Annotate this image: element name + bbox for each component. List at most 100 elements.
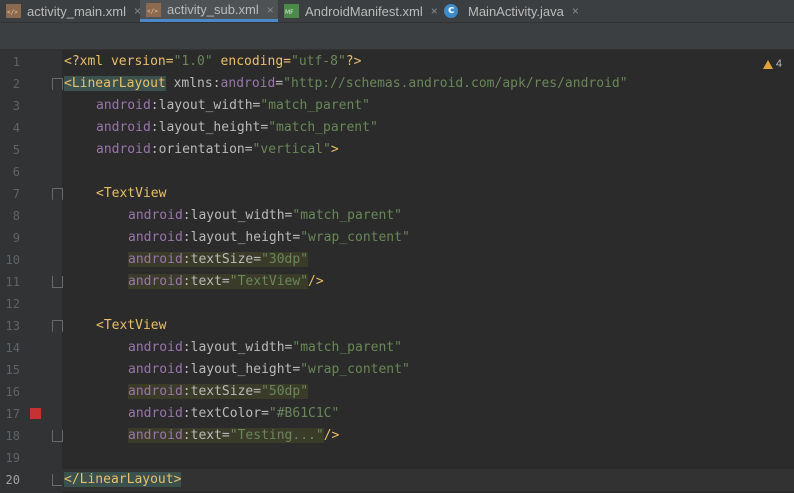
close-icon[interactable]: × — [267, 3, 274, 17]
tab-activity-main[interactable]: activity_main.xml × — [0, 0, 144, 22]
attr-name: :layout_width= — [150, 98, 261, 113]
namespace: android — [128, 406, 183, 421]
code-line: 1 <?xml version="1.0" encoding="utf-8"?> — [0, 51, 794, 73]
code-line: 9 android:layout_height="wrap_content" — [0, 227, 794, 249]
attr-name: :text= — [182, 274, 230, 289]
attr-name: :textSize= — [182, 384, 262, 399]
code-line: 16 android:textSize="50dp" — [0, 381, 794, 403]
close-icon[interactable]: × — [572, 4, 579, 18]
code-line: 12 — [0, 293, 794, 315]
line-number: 13 — [5, 319, 20, 333]
line-number: 9 — [12, 231, 20, 245]
line-content[interactable]: </LinearLayout> — [62, 469, 794, 491]
attr-value: "utf-8" — [291, 54, 346, 69]
line-content[interactable]: android:layout_height="match_parent" — [62, 117, 794, 139]
tab-activity-sub[interactable]: activity_sub.xml × — [140, 0, 278, 22]
tab-label: MainActivity.java — [468, 3, 564, 19]
tab-main-activity[interactable]: MainActivity.java × — [440, 0, 584, 22]
line-content[interactable]: android:text="Testing..."/> — [62, 425, 794, 447]
line-content[interactable]: android:layout_width="match_parent" — [62, 205, 794, 227]
line-number: 15 — [5, 363, 20, 377]
line-content[interactable]: <TextView — [62, 183, 794, 205]
code-line: 10 android:textSize="30dp" — [0, 249, 794, 271]
attr-name: :layout_height= — [150, 120, 269, 135]
namespace: android — [96, 120, 151, 135]
xml-prolog: encoding= — [212, 54, 291, 69]
tab-android-manifest[interactable]: AndroidManifest.xml × — [278, 0, 440, 22]
attr-value: "match_parent" — [292, 208, 402, 223]
namespace: android — [128, 340, 183, 355]
namespace: android — [128, 230, 183, 245]
attr-name: :layout_width= — [182, 340, 293, 355]
line-content[interactable]: android:layout_width="match_parent" — [62, 95, 794, 117]
attr-name: :orientation= — [150, 142, 253, 157]
xml-file-icon — [146, 2, 161, 17]
attr-name: xmlns: — [165, 76, 221, 91]
attr-name: :text= — [182, 428, 230, 443]
line-number: 19 — [5, 451, 20, 465]
namespace: android — [96, 98, 151, 113]
code-line: 6 — [0, 161, 794, 183]
tab-label: AndroidManifest.xml — [305, 3, 423, 19]
line-number: 17 — [5, 407, 20, 421]
tag-bracket: > — [330, 142, 339, 157]
code-line-current: 20 </LinearLayout> — [0, 469, 794, 491]
attr-value: "match_parent" — [260, 98, 370, 113]
line-content[interactable]: <LinearLayout xmlns:android="http://sche… — [62, 73, 794, 95]
attr-name: :textSize= — [182, 252, 262, 267]
namespace: android — [128, 208, 183, 223]
editor-tab-bar: activity_main.xml × activity_sub.xml × A… — [0, 0, 794, 23]
line-content[interactable] — [62, 447, 794, 469]
line-content[interactable]: android:text="TextView"/> — [62, 271, 794, 293]
line-content[interactable]: <?xml version="1.0" encoding="utf-8"?> — [62, 51, 794, 73]
tab-label: activity_main.xml — [27, 3, 126, 19]
attr-value: "match_parent" — [268, 120, 378, 135]
attr-value: "Testing..." — [229, 428, 324, 443]
color-swatch-icon[interactable] — [30, 408, 41, 419]
code-line: 14 android:layout_width="match_parent" — [0, 337, 794, 359]
attr-value: "http://schemas.android.com/apk/res/andr… — [283, 76, 628, 91]
line-content[interactable]: android:layout_height="wrap_content" — [62, 227, 794, 249]
line-number: 12 — [5, 297, 20, 311]
code-line: 4 android:layout_height="match_parent" — [0, 117, 794, 139]
tab-label: activity_sub.xml — [167, 2, 259, 17]
namespace: android — [128, 252, 183, 267]
attr-value: "1.0" — [173, 54, 213, 69]
code-line: 19 — [0, 447, 794, 469]
tag-name: <LinearLayout — [64, 76, 166, 91]
line-content[interactable]: android:orientation="vertical"> — [62, 139, 794, 161]
namespace: android — [128, 428, 183, 443]
editor-toolbar — [0, 23, 794, 50]
line-content[interactable]: android:textSize="50dp" — [62, 381, 794, 403]
line-number: 4 — [12, 121, 20, 135]
line-content[interactable] — [62, 293, 794, 315]
line-number: 10 — [5, 253, 20, 267]
code-line: 15 android:layout_height="wrap_content" — [0, 359, 794, 381]
tag-bracket: /> — [308, 274, 324, 289]
namespace: android — [96, 142, 151, 157]
line-content[interactable]: android:textColor="#B61C1C" — [62, 403, 794, 425]
line-number: 2 — [12, 77, 20, 91]
close-icon[interactable]: × — [431, 4, 438, 18]
attr-equals: = — [275, 76, 284, 91]
namespace: android — [128, 384, 183, 399]
code-line: 13 <TextView — [0, 315, 794, 337]
attr-value: "TextView" — [229, 274, 309, 289]
code-line: 7 <TextView — [0, 183, 794, 205]
tag-name: <TextView — [96, 186, 167, 201]
attr-name: :layout_width= — [182, 208, 293, 223]
attr-value: "#B61C1C" — [268, 406, 340, 421]
line-number: 16 — [5, 385, 20, 399]
attr-value: "vertical" — [252, 142, 331, 157]
code-line: 5 android:orientation="vertical"> — [0, 139, 794, 161]
tag-name: </LinearLayout> — [64, 472, 182, 487]
line-number: 20 — [5, 473, 20, 487]
code-line: 11 android:text="TextView"/> — [0, 271, 794, 293]
attr-name: :textColor= — [182, 406, 269, 421]
line-content[interactable]: <TextView — [62, 315, 794, 337]
line-content[interactable]: android:textSize="30dp" — [62, 249, 794, 271]
line-content[interactable] — [62, 161, 794, 183]
line-number: 1 — [12, 55, 20, 69]
line-content[interactable]: android:layout_width="match_parent" — [62, 337, 794, 359]
line-content[interactable]: android:layout_height="wrap_content" — [62, 359, 794, 381]
